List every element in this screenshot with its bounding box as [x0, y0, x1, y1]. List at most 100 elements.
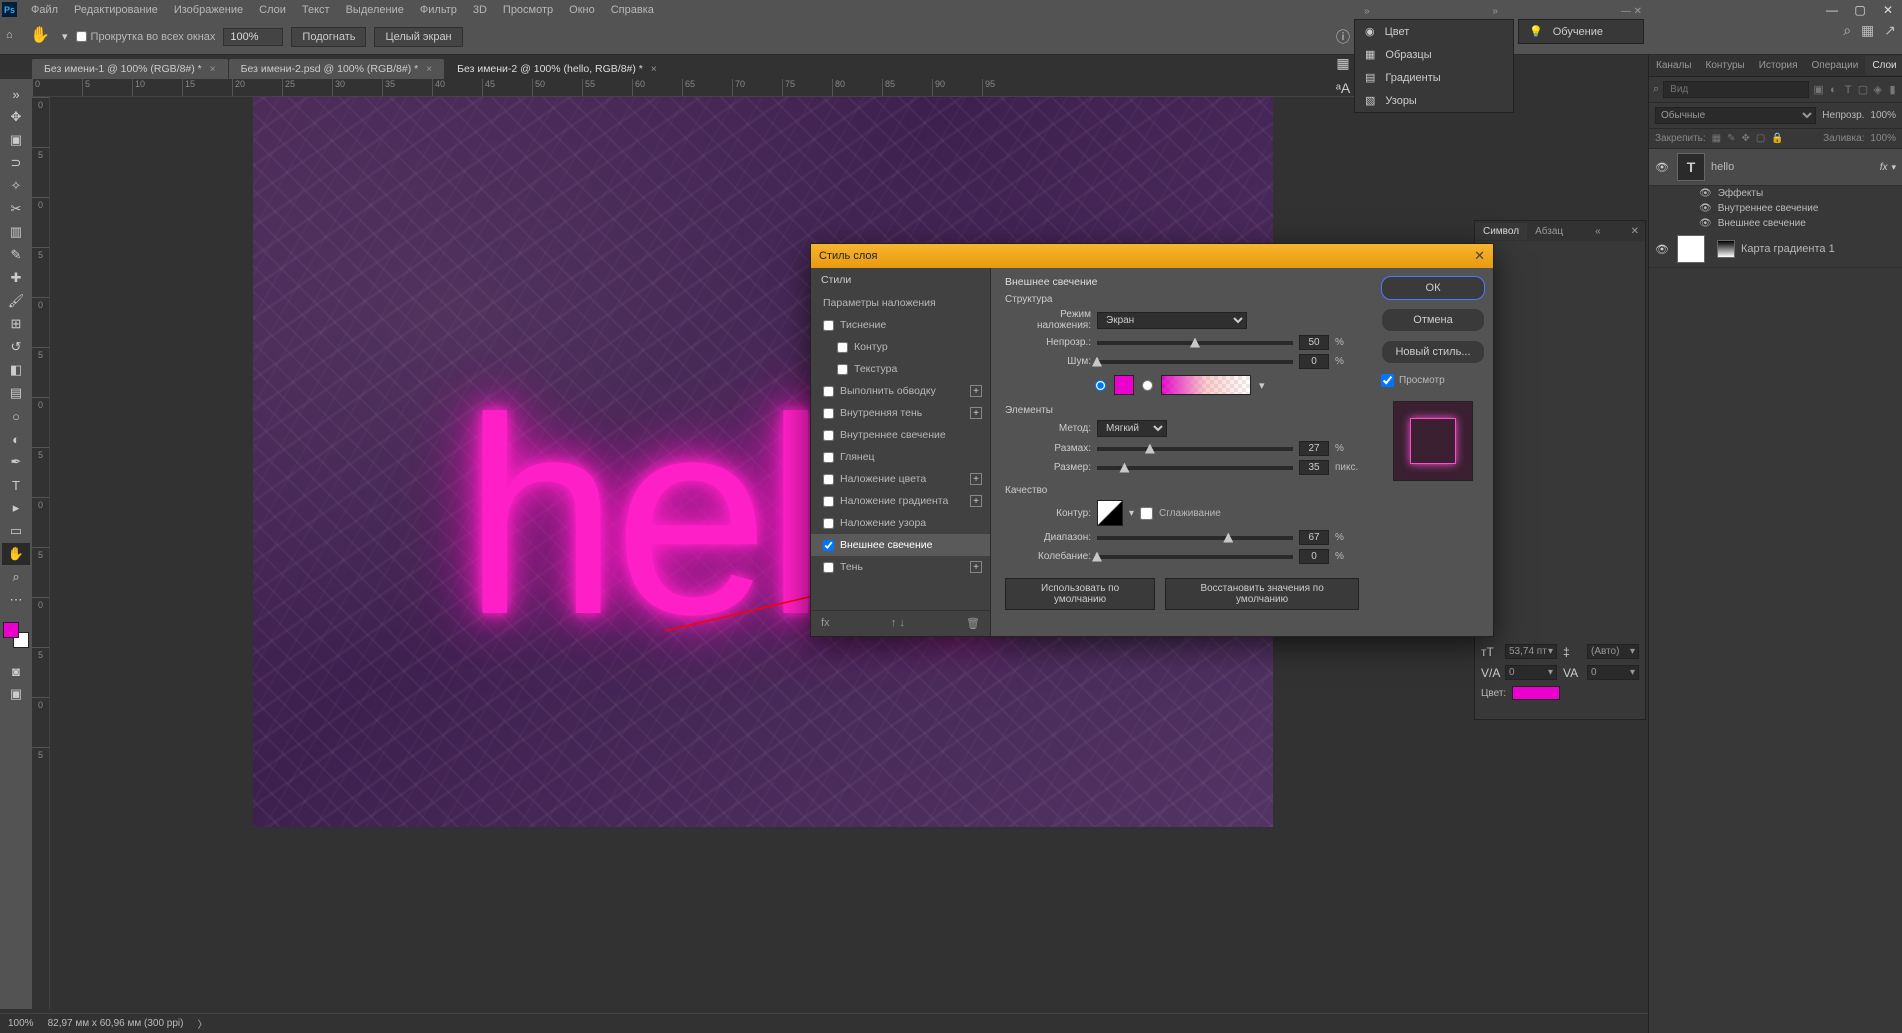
- type-panel-icon[interactable]: ᵃA: [1336, 80, 1351, 96]
- style-satin[interactable]: Глянец: [811, 446, 990, 468]
- style-pattern-overlay-checkbox[interactable]: [823, 518, 834, 529]
- style-stroke[interactable]: Выполнить обводку +: [811, 380, 990, 402]
- collapse-icon[interactable]: »: [1364, 6, 1370, 19]
- visibility-toggle-icon[interactable]: 👁: [1655, 161, 1671, 174]
- use-default-button[interactable]: Использовать по умолчанию: [1005, 578, 1155, 610]
- tracking-input[interactable]: 0▾: [1587, 665, 1639, 680]
- panel-item-learn[interactable]: 💡 Обучение: [1519, 20, 1643, 43]
- tab-channels[interactable]: Каналы: [1649, 56, 1699, 75]
- style-texture[interactable]: Текстура: [811, 358, 990, 380]
- blend-mode-select[interactable]: Экран: [1097, 312, 1247, 329]
- filter-type-icon[interactable]: T: [1843, 84, 1854, 96]
- doc-tab-2[interactable]: Без имени-2.psd @ 100% (RGB/8#) * ×: [229, 59, 444, 79]
- kerning-input[interactable]: 0▾: [1505, 665, 1557, 680]
- ok-button[interactable]: ОК: [1381, 276, 1485, 300]
- style-gradient-overlay-checkbox[interactable]: [823, 496, 834, 507]
- technique-select[interactable]: Мягкий: [1097, 420, 1167, 437]
- scroll-all-windows-checkbox[interactable]: Прокрутка во всех окнах: [76, 31, 216, 43]
- menu-view[interactable]: Просмотр: [495, 2, 561, 18]
- close-panel-icon[interactable]: ✕: [1634, 6, 1642, 17]
- move-down-icon[interactable]: ↓: [899, 617, 905, 629]
- eyedropper-tool[interactable]: ✎: [2, 244, 30, 266]
- style-gradient-overlay[interactable]: Наложение градиента +: [811, 490, 990, 512]
- fx-icon[interactable]: fx: [821, 617, 830, 630]
- menu-select[interactable]: Выделение: [338, 2, 412, 18]
- style-color-overlay-checkbox[interactable]: [823, 474, 834, 485]
- style-texture-checkbox[interactable]: [837, 364, 848, 375]
- home-icon[interactable]: ⌂: [6, 29, 22, 45]
- visibility-toggle-icon[interactable]: 👁: [1655, 243, 1671, 256]
- collapse-icon[interactable]: «: [1587, 223, 1607, 240]
- layer-row-gradient-map[interactable]: 👁 Карта градиента 1: [1649, 231, 1902, 268]
- tab-paragraph[interactable]: Абзац: [1527, 223, 1571, 240]
- opacity-slider[interactable]: [1097, 341, 1293, 345]
- filter-image-icon[interactable]: ▣: [1813, 83, 1824, 96]
- close-icon[interactable]: ✕: [1874, 0, 1902, 19]
- style-drop-shadow-checkbox[interactable]: [823, 562, 834, 573]
- new-style-button[interactable]: Новый стиль...: [1381, 340, 1485, 364]
- style-inner-glow-checkbox[interactable]: [823, 430, 834, 441]
- zoom-input[interactable]: [223, 28, 283, 46]
- opacity-input[interactable]: [1299, 335, 1329, 350]
- style-outer-glow[interactable]: Внешнее свечение: [811, 534, 990, 556]
- size-input[interactable]: [1299, 460, 1329, 475]
- visibility-toggle-icon[interactable]: 👁: [1699, 188, 1712, 199]
- status-doc-info[interactable]: 82,97 мм x 60,96 мм (300 ppi): [48, 1018, 184, 1029]
- menu-type[interactable]: Текст: [294, 2, 338, 18]
- eraser-tool[interactable]: ◧: [2, 359, 30, 381]
- add-instance-icon[interactable]: +: [970, 385, 982, 397]
- chevron-down-icon[interactable]: ▾: [1259, 379, 1265, 392]
- style-bevel-checkbox[interactable]: [823, 320, 834, 331]
- lock-all-icon[interactable]: 🔒: [1771, 133, 1783, 144]
- layer-row-hello[interactable]: 👁 T hello fx ▾: [1649, 149, 1902, 186]
- leading-input[interactable]: (Авто)▾: [1587, 644, 1639, 659]
- spread-input[interactable]: [1299, 441, 1329, 456]
- lock-artboard-icon[interactable]: ▢: [1756, 133, 1765, 144]
- pen-tool[interactable]: ✒: [2, 451, 30, 473]
- type-tool[interactable]: T: [2, 474, 30, 496]
- glow-gradient-picker[interactable]: [1161, 375, 1251, 395]
- style-bevel[interactable]: Тиснение: [811, 314, 990, 336]
- tab-paths[interactable]: Контуры: [1699, 56, 1752, 75]
- style-drop-shadow[interactable]: Тень +: [811, 556, 990, 578]
- add-instance-icon[interactable]: +: [970, 407, 982, 419]
- jitter-input[interactable]: [1299, 549, 1329, 564]
- magic-wand-tool[interactable]: ✧: [2, 175, 30, 197]
- style-blending-options[interactable]: Параметры наложения: [811, 292, 990, 314]
- tab-layers[interactable]: Слои: [1865, 56, 1902, 75]
- menu-filter[interactable]: Фильтр: [412, 2, 465, 18]
- filter-smart-icon[interactable]: ◈: [1872, 83, 1883, 96]
- style-contour[interactable]: Контур: [811, 336, 990, 358]
- add-instance-icon[interactable]: +: [970, 473, 982, 485]
- lock-brush-icon[interactable]: ✎: [1727, 133, 1735, 144]
- style-inner-glow[interactable]: Внутреннее свечение: [811, 424, 990, 446]
- noise-input[interactable]: [1299, 354, 1329, 369]
- fit-screen-button[interactable]: Подогнать: [291, 27, 366, 47]
- share-icon[interactable]: ↗: [1884, 22, 1896, 39]
- grid-icon[interactable]: ▦: [1336, 55, 1349, 72]
- visibility-toggle-icon[interactable]: 👁: [1699, 218, 1712, 229]
- menu-file[interactable]: Файл: [23, 2, 66, 18]
- style-pattern-overlay[interactable]: Наложение узора: [811, 512, 990, 534]
- menu-window[interactable]: Окно: [561, 2, 603, 18]
- layer-effect-inner-glow[interactable]: 👁 Внутреннее свечение: [1649, 201, 1902, 216]
- layer-name[interactable]: Карта градиента 1: [1741, 243, 1896, 255]
- menu-help[interactable]: Справка: [603, 2, 662, 18]
- marquee-tool[interactable]: ▣: [2, 129, 30, 151]
- panel-item-patterns[interactable]: ▧ Узоры: [1355, 89, 1513, 112]
- glow-color-swatch[interactable]: [1114, 375, 1134, 395]
- tab-history[interactable]: История: [1752, 56, 1805, 75]
- range-slider[interactable]: [1097, 536, 1293, 540]
- brush-tool[interactable]: 🖌: [2, 290, 30, 312]
- move-up-icon[interactable]: ↑: [891, 617, 897, 629]
- shape-tool[interactable]: ▭: [2, 520, 30, 542]
- tab-character[interactable]: Символ: [1475, 223, 1527, 240]
- visibility-toggle-icon[interactable]: 👁: [1699, 203, 1712, 214]
- maximize-icon[interactable]: ▢: [1846, 0, 1874, 19]
- style-inner-shadow[interactable]: Внутренняя тень +: [811, 402, 990, 424]
- close-icon[interactable]: ✕: [1623, 223, 1645, 240]
- dialog-titlebar[interactable]: Стиль слоя ✕: [811, 244, 1493, 268]
- preview-checkbox[interactable]: Просмотр: [1381, 374, 1485, 387]
- close-icon[interactable]: ×: [651, 64, 657, 75]
- style-outer-glow-checkbox[interactable]: [823, 540, 834, 551]
